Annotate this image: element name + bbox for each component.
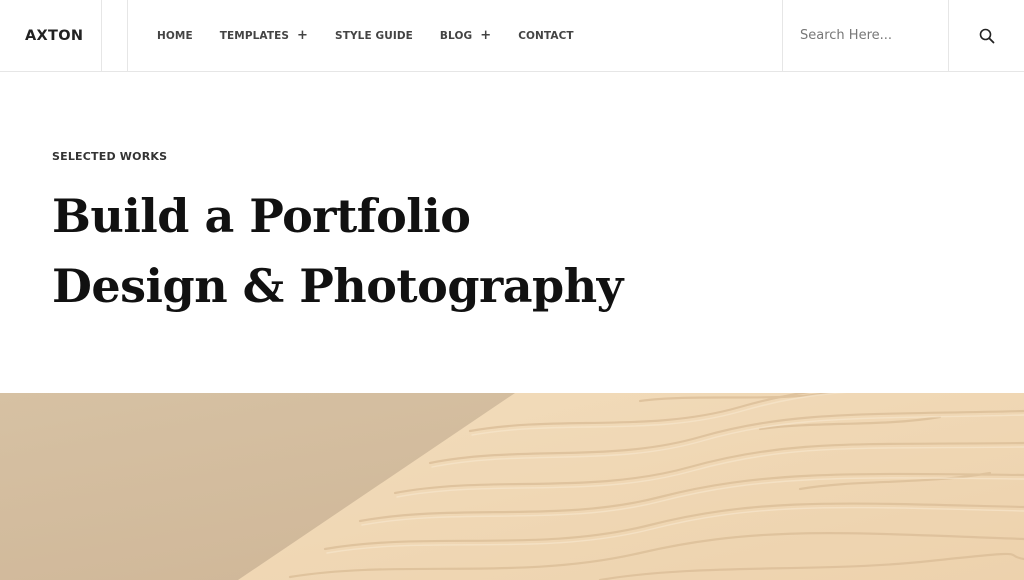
nav-item-label: HOME: [157, 29, 193, 42]
headline-line-1: Build a Portfolio: [52, 189, 471, 243]
nav-item-blog[interactable]: BLOG +: [440, 29, 491, 42]
sand-dune-illustration: [0, 393, 1024, 580]
search-box: [782, 0, 949, 71]
hero-eyebrow: SELECTED WORKS: [52, 150, 168, 163]
sand-dune-image: [0, 393, 1024, 580]
plus-icon[interactable]: +: [297, 29, 308, 42]
nav-item-label: STYLE GUIDE: [335, 29, 413, 42]
hero-section: SELECTED WORKS Build a Portfolio Design …: [52, 150, 623, 321]
plus-icon[interactable]: +: [480, 29, 491, 42]
header-divider: [127, 0, 128, 71]
site-logo[interactable]: AXTON: [0, 0, 102, 71]
nav-item-label: TEMPLATES: [219, 29, 290, 42]
search-button[interactable]: [949, 0, 1024, 71]
search-input[interactable]: [798, 27, 948, 44]
headline-line-2: Design & Photography: [52, 259, 623, 313]
nav-item-home[interactable]: HOME: [157, 30, 193, 42]
site-header: AXTON HOME TEMPLATES + STYLE GUIDE BLOG …: [0, 0, 1024, 72]
nav-item-label: BLOG: [439, 29, 473, 42]
nav-item-contact[interactable]: CONTACT: [518, 30, 573, 42]
nav-item-templates[interactable]: TEMPLATES +: [220, 29, 308, 42]
main-nav: HOME TEMPLATES + STYLE GUIDE BLOG + CONT…: [157, 0, 601, 71]
nav-item-style-guide[interactable]: STYLE GUIDE: [335, 30, 413, 42]
nav-item-label: CONTACT: [518, 29, 574, 42]
search-icon: [979, 28, 994, 43]
hero-headline: Build a Portfolio Design & Photography: [52, 181, 623, 321]
